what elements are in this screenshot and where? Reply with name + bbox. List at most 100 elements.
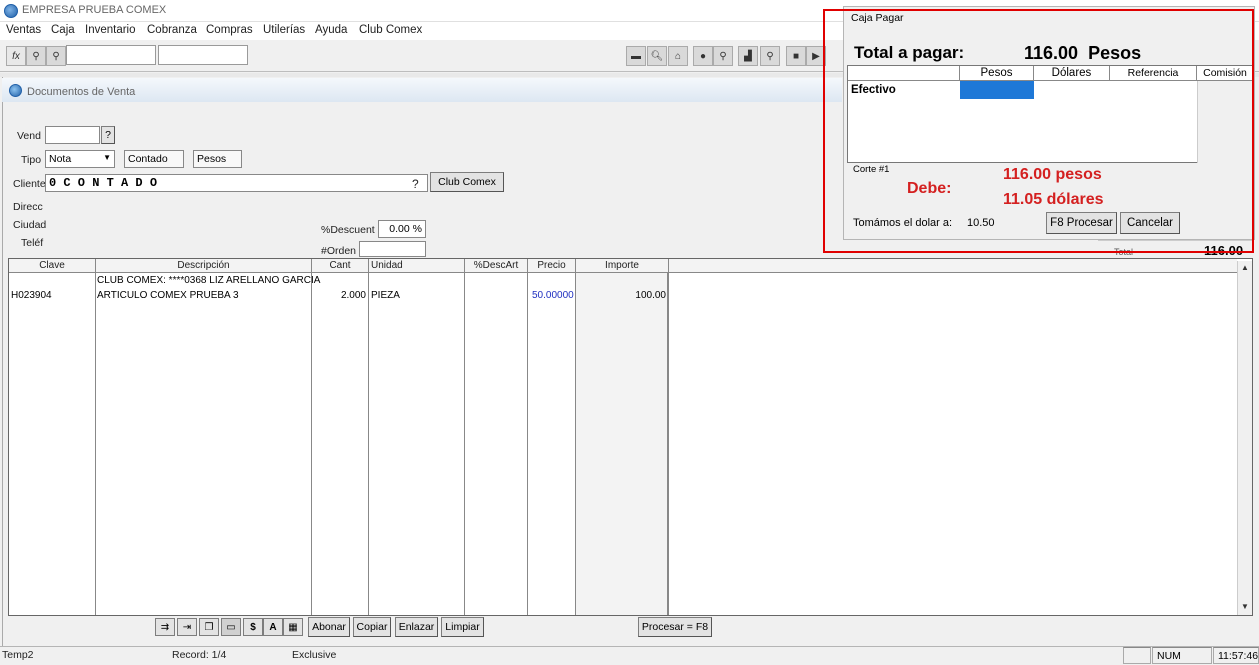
menu-caja[interactable]: Caja [51, 24, 75, 36]
magnifier-icon[interactable]: ⚲ [760, 46, 780, 66]
menu-inventario[interactable]: Inventario [85, 24, 136, 36]
efectivo-label: Efectivo [851, 84, 896, 96]
row-2-cant[interactable]: 2.000 [312, 290, 366, 301]
exit-icon[interactable]: ▶ [806, 46, 826, 66]
debe-pesos: 116.00 pesos [1003, 166, 1102, 183]
pay-header-referencia[interactable]: Referencia [1110, 66, 1197, 81]
tree-icon[interactable]: ⚲ [26, 46, 46, 66]
club-comex-button[interactable]: Club Comex [430, 172, 504, 192]
ciudad-label: Ciudad [13, 219, 47, 231]
block-icon[interactable]: ■ [786, 46, 806, 66]
user-icon[interactable]: ● [693, 46, 713, 66]
user-search-icon[interactable]: ⚲ [713, 46, 733, 66]
row-1-descripcion[interactable]: CLUB COMEX: ****0368 LIZ ARELLANO GARCIA [97, 275, 320, 286]
document-window-icon [9, 84, 22, 97]
status-caps [1123, 647, 1151, 664]
cancelar-button[interactable]: Cancelar [1120, 212, 1180, 234]
menu-ventas[interactable]: Ventas [6, 24, 41, 36]
app-logo-icon [4, 4, 18, 18]
cliente-help-button[interactable]: ? [412, 177, 419, 191]
document-title: Documentos de Venta [27, 86, 136, 98]
pay-header-comision[interactable]: Comisión [1197, 66, 1253, 81]
row-2-clave[interactable]: H023904 [11, 290, 52, 301]
menu-cobranza[interactable]: Cobranza [147, 24, 197, 36]
fx-button[interactable]: fx [6, 46, 26, 66]
descuento-input[interactable]: 0.00 % [378, 220, 426, 238]
total-value: 116.00 [1204, 243, 1244, 258]
col-header-precio[interactable]: Precio [528, 259, 576, 273]
menu-compras[interactable]: Compras [206, 24, 253, 36]
comision-column [1197, 81, 1253, 163]
limpiar-button[interactable]: Limpiar [441, 617, 484, 637]
descuento-label: %Descuent [321, 224, 375, 236]
orden-input[interactable] [359, 241, 426, 257]
telef-label: Teléf [21, 237, 44, 249]
cliente-label: Cliente [13, 178, 46, 190]
document-total-area: Total 116.00 [1098, 240, 1253, 258]
col-header-importe[interactable]: Importe [576, 259, 669, 273]
dialog-title: Caja Pagar [851, 12, 904, 24]
condicion-field: Contado [124, 150, 184, 168]
tipo-label: Tipo [21, 154, 42, 166]
procesar-f8-button[interactable]: Procesar = F8 [638, 617, 712, 637]
cliente-input[interactable]: 0 C O N T A D O [45, 174, 428, 192]
vend-input[interactable] [45, 126, 100, 144]
tipo-select-value: Nota [49, 153, 72, 165]
copiar-button[interactable]: Copiar [353, 617, 391, 637]
total-label: Total [1114, 247, 1134, 257]
col-header-descripcion[interactable]: Descripción [96, 259, 312, 273]
toolbar-field-1[interactable] [66, 45, 156, 65]
status-num: NUM [1152, 647, 1212, 664]
printer-icon[interactable]: ▬ [626, 46, 646, 66]
col-header-unidad[interactable]: Unidad [369, 259, 465, 273]
importe-column [575, 273, 668, 615]
filter-icon[interactable]: ⚲ [46, 46, 66, 66]
col-header-descart[interactable]: %DescArt [465, 259, 528, 273]
col-header-clave[interactable]: Clave [9, 259, 96, 273]
col-divider [527, 273, 528, 615]
font-a-button[interactable]: A [263, 618, 283, 636]
calculator-icon[interactable]: ▦ [283, 618, 303, 636]
chart-icon[interactable]: ▟ [738, 46, 758, 66]
row-2-unidad[interactable]: PIEZA [371, 290, 400, 301]
total-pagar-label: Total a pagar: [854, 43, 965, 62]
grid-scrollbar[interactable]: ▲ ▼ [1237, 261, 1252, 615]
pay-header-pesos[interactable]: Pesos [960, 66, 1034, 81]
scroll-up-icon[interactable]: ▲ [1239, 262, 1251, 274]
pay-header-blank [848, 66, 960, 81]
toolbar-field-2[interactable] [158, 45, 248, 65]
efectivo-pesos-cell[interactable] [960, 81, 1034, 99]
payment-grid[interactable]: Pesos Dólares Referencia Comisión Efecti… [847, 65, 1253, 163]
abonar-button[interactable]: Abonar [308, 617, 350, 637]
menu-club-comex[interactable]: Club Comex [359, 24, 422, 36]
search-icon[interactable]: 🔍︎ [647, 46, 667, 66]
f8-procesar-button[interactable]: F8 Procesar [1046, 212, 1117, 234]
col-header-blank [669, 259, 1237, 273]
corte-label: Corte #1 [853, 164, 890, 175]
enlazar-button[interactable]: Enlazar [395, 617, 438, 637]
dollar-button[interactable]: $ [243, 618, 263, 636]
insert-row-icon[interactable]: ⇉ [155, 618, 175, 636]
vend-help-button[interactable]: ? [101, 126, 115, 144]
append-row-icon[interactable]: ⇥ [177, 618, 197, 636]
col-divider [95, 273, 96, 615]
col-header-cant[interactable]: Cant [312, 259, 369, 273]
menu-ayuda[interactable]: Ayuda [315, 24, 347, 36]
tipo-select[interactable]: Nota ▼ [45, 150, 115, 168]
menu-utilerias[interactable]: Utilerías [263, 24, 305, 36]
row-2-descripcion[interactable]: ARTICULO COMEX PRUEBA 3 [97, 290, 239, 301]
items-grid[interactable]: Clave Descripción Cant Unidad %DescArt P… [8, 258, 1253, 616]
tipo-cambio-label: Tomámos el dolar a: [853, 217, 953, 229]
copy-icon[interactable]: ❐ [199, 618, 219, 636]
total-pagar-value: 116.00 Pesos [1024, 43, 1142, 63]
row-2-importe[interactable]: 100.00 [576, 290, 666, 301]
app-title: EMPRESA PRUEBA COMEX [22, 4, 167, 16]
vend-label: Vend [17, 130, 41, 142]
disabled-icon[interactable]: ▭ [221, 618, 241, 636]
col-divider [368, 273, 369, 615]
pay-header-dolares[interactable]: Dólares [1034, 66, 1110, 81]
home-icon[interactable]: ⌂ [668, 46, 688, 66]
scroll-down-icon[interactable]: ▼ [1239, 601, 1251, 613]
row-2-precio[interactable]: 50.00000 [532, 290, 574, 301]
direcc-label: Direcc [13, 201, 43, 213]
